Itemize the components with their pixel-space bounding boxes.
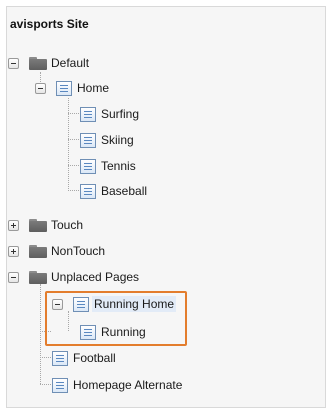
tree-node-tennis[interactable]: Tennis — [80, 157, 136, 175]
collapse-toggle-icon[interactable] — [8, 57, 19, 69]
connector-line — [40, 357, 51, 358]
page-icon — [80, 106, 96, 122]
tree-node-label[interactable]: Homepage Alternate — [73, 378, 182, 392]
connector-line — [40, 384, 51, 385]
page-icon — [80, 183, 96, 199]
connector-line — [68, 98, 69, 191]
folder-icon — [29, 218, 47, 232]
tree-node-unplaced-pages[interactable]: Unplaced Pages — [8, 268, 139, 286]
collapse-toggle-icon[interactable] — [35, 82, 46, 94]
tree-node-label[interactable]: Default — [51, 56, 89, 70]
page-icon — [80, 132, 96, 148]
tree-node-football[interactable]: Football — [52, 349, 116, 367]
tree-node-label[interactable]: Home — [77, 81, 109, 95]
connector-line — [40, 284, 41, 384]
connector-line — [68, 139, 79, 140]
tree-node-skiing[interactable]: Skiing — [80, 131, 134, 149]
tree-node-label[interactable]: Unplaced Pages — [51, 270, 139, 284]
tree-node-label[interactable]: Tennis — [101, 159, 136, 173]
page-icon — [52, 350, 68, 366]
connector-line — [68, 113, 79, 114]
tree-node-home[interactable]: Home — [35, 79, 109, 97]
tree-node-label[interactable]: Football — [73, 351, 116, 365]
connector-line — [68, 165, 79, 166]
tree-node-label[interactable]: Skiing — [101, 133, 134, 147]
collapse-toggle-icon[interactable] — [8, 271, 19, 283]
tree-node-homepage-alternate[interactable]: Homepage Alternate — [52, 376, 182, 394]
folder-icon — [29, 270, 47, 284]
expand-toggle-icon[interactable] — [8, 219, 19, 231]
tree-node-label[interactable]: NonTouch — [51, 244, 105, 258]
folder-icon — [29, 244, 47, 258]
tree-node-nontouch[interactable]: NonTouch — [8, 242, 105, 260]
folder-icon — [29, 56, 47, 70]
tree-node-baseball[interactable]: Baseball — [80, 182, 147, 200]
tree-node-label[interactable]: Touch — [51, 218, 83, 232]
site-title: avisports Site — [10, 17, 89, 31]
connector-line — [68, 190, 79, 191]
page-icon — [80, 158, 96, 174]
highlight-annotation-box — [45, 291, 187, 346]
tree-node-label[interactable]: Surfing — [101, 107, 139, 121]
page-icon — [56, 80, 72, 96]
expand-toggle-icon[interactable] — [8, 245, 19, 257]
tree-node-surfing[interactable]: Surfing — [80, 105, 139, 123]
tree-node-default[interactable]: Default — [8, 54, 89, 72]
tree-node-touch[interactable]: Touch — [8, 216, 83, 234]
tree-node-label[interactable]: Baseball — [101, 184, 147, 198]
page-icon — [52, 377, 68, 393]
